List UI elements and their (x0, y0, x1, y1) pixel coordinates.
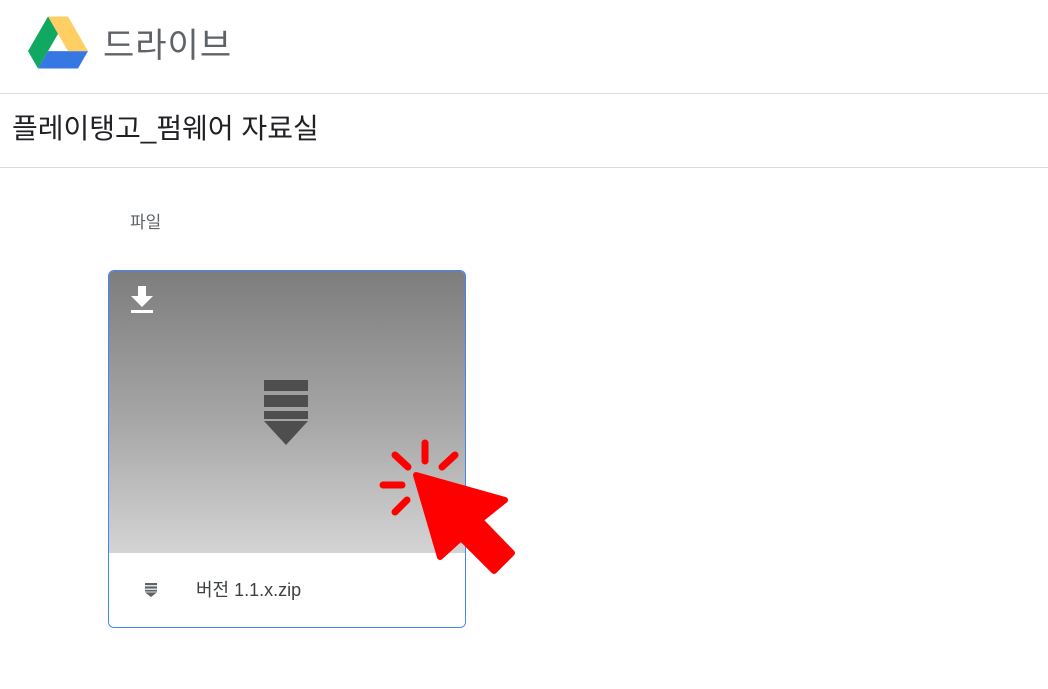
drive-home-link[interactable]: 드라이브 (28, 14, 232, 70)
files-section-label: 파일 (130, 213, 162, 232)
file-name: 버전 1.1.x.zip (196, 580, 302, 600)
folder-title-bar: 플레이탱고_펌웨어 자료실 (0, 94, 1048, 168)
folder-title: 플레이탱고_펌웨어 자료실 (12, 113, 319, 144)
zip-file-type-icon (145, 583, 157, 597)
download-icon[interactable] (130, 286, 154, 314)
google-drive-logo-icon (28, 16, 88, 68)
file-card-footer[interactable]: 버전 1.1.x.zip (109, 553, 465, 627)
app-name: 드라이브 (103, 26, 233, 65)
zip-icon (264, 380, 308, 445)
file-thumbnail[interactable] (109, 271, 465, 553)
app-header: 드라이브 (0, 0, 1048, 94)
file-card[interactable]: 버전 1.1.x.zip (108, 270, 466, 628)
